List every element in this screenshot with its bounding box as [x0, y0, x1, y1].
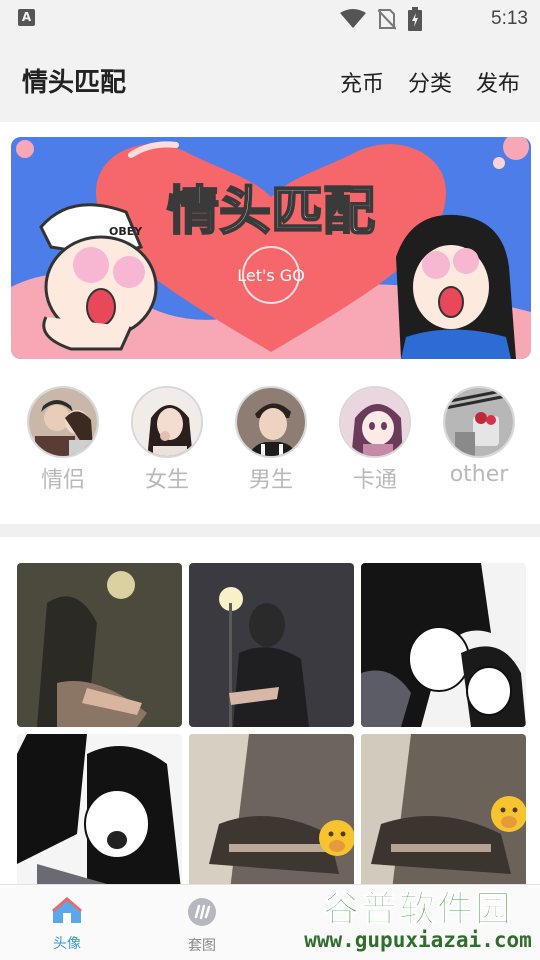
boy-avatar — [235, 386, 307, 458]
category-row: 情侣 女生 男生 卡通 other — [0, 386, 540, 496]
grid-item-2[interactable] — [361, 563, 526, 727]
wifi-icon — [340, 9, 366, 28]
category-label: 卡通 — [352, 468, 397, 493]
banner-badge: Let's GO — [237, 266, 305, 285]
grid-item-4[interactable] — [189, 734, 354, 898]
status-bar: A 5:13 — [0, 0, 540, 38]
category-boy[interactable]: 男生 — [226, 386, 316, 494]
category-button[interactable]: 分类 — [408, 66, 452, 98]
grid-item-0[interactable] — [17, 563, 182, 727]
feather-icon — [188, 898, 216, 926]
home-icon — [52, 897, 82, 923]
clock: 5:13 — [491, 8, 528, 29]
nav-avatar-tab[interactable]: 头像 — [27, 897, 107, 953]
category-other[interactable]: other — [434, 386, 524, 487]
nav-set-tab[interactable]: 套图 — [162, 897, 242, 955]
grid-item-3[interactable] — [17, 734, 182, 898]
category-cartoon[interactable]: 卡通 — [330, 386, 420, 494]
section-divider — [0, 524, 540, 537]
no-sim-icon — [378, 9, 396, 30]
nav-label: 头像 — [53, 936, 81, 952]
page-title: 情头匹配 — [22, 68, 127, 98]
banner-headline: 情头匹配 — [167, 182, 375, 242]
grid-item-5[interactable] — [361, 734, 526, 898]
battery-charging-icon — [408, 7, 422, 31]
other-avatar — [443, 386, 515, 458]
girl-cartoon — [396, 214, 516, 359]
category-girl[interactable]: 女生 — [122, 386, 212, 494]
grid-item-1[interactable] — [189, 563, 354, 727]
girl-avatar — [131, 386, 203, 458]
app-notification-icon: A — [18, 9, 35, 26]
svg-text:OBEY: OBEY — [109, 225, 143, 238]
watermark-url: www.gupuxiazai.com — [304, 928, 532, 952]
header-actions: 充币 分类 发布 — [340, 66, 520, 98]
category-couple[interactable]: 情侣 — [18, 386, 108, 494]
cartoon-avatar — [339, 386, 411, 458]
category-label: 情侣 — [40, 468, 85, 493]
app-header: 情头匹配 充币 分类 发布 — [0, 38, 540, 122]
watermark-title: 谷普软件园 — [322, 889, 513, 931]
publish-button[interactable]: 发布 — [476, 66, 520, 98]
promo-banner[interactable]: 情头匹配 Let's GO OBEY — [11, 137, 531, 359]
recharge-button[interactable]: 充币 — [340, 66, 384, 98]
category-label: 男生 — [248, 468, 293, 493]
status-icons — [340, 7, 422, 31]
site-watermark: 谷普软件园 www.gupuxiazai.com — [296, 876, 540, 960]
category-label: 女生 — [144, 468, 189, 493]
category-label: other — [449, 462, 509, 487]
nav-label: 套图 — [188, 938, 216, 954]
couple-avatar — [27, 386, 99, 458]
